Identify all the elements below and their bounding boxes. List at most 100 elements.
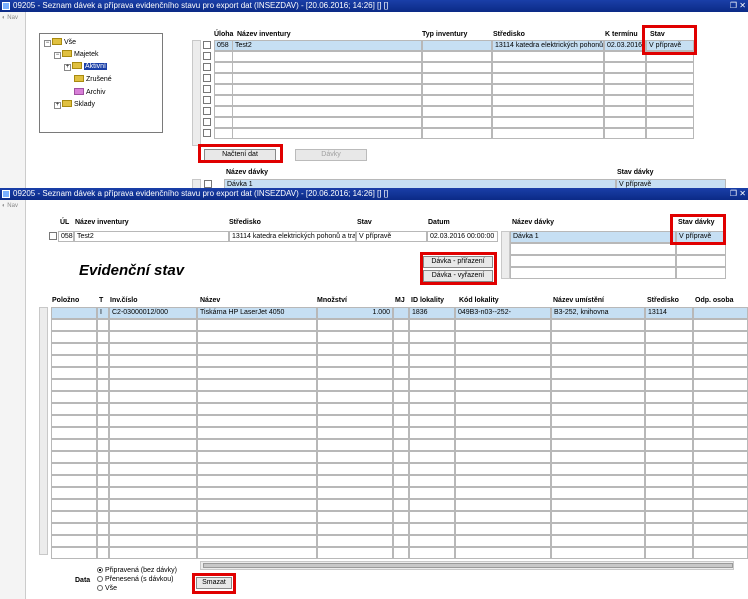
empty-cell[interactable] xyxy=(693,379,748,391)
assign-batch-button[interactable]: Dávka - přiřazení xyxy=(423,256,493,268)
empty-cell[interactable] xyxy=(455,535,551,547)
empty-cell[interactable] xyxy=(317,319,393,331)
stock-cell[interactable]: B3-252, knihovna xyxy=(551,307,645,319)
empty-cell[interactable] xyxy=(645,367,693,379)
empty-cell[interactable] xyxy=(455,487,551,499)
tree-item-zrusene[interactable]: Zrušené xyxy=(74,75,112,85)
empty-cell[interactable] xyxy=(551,319,645,331)
batches-button[interactable]: Dávky xyxy=(295,149,367,161)
stock-cell[interactable]: 1.000 xyxy=(317,307,393,319)
empty-cell[interactable] xyxy=(645,403,693,415)
empty-cell[interactable] xyxy=(109,391,197,403)
empty-cell[interactable] xyxy=(51,451,97,463)
empty-cell[interactable] xyxy=(455,343,551,355)
empty-cell[interactable] xyxy=(393,547,409,559)
empty-cell[interactable] xyxy=(645,319,693,331)
empty-cell[interactable] xyxy=(51,511,97,523)
empty-cell[interactable] xyxy=(676,267,726,279)
empty-cell[interactable] xyxy=(232,106,422,117)
empty-cell[interactable] xyxy=(409,331,455,343)
empty-cell[interactable] xyxy=(455,475,551,487)
inventory-cell[interactable]: V přípravě xyxy=(646,40,694,51)
empty-cell[interactable] xyxy=(645,379,693,391)
stock-horizontal-scrollbar[interactable] xyxy=(200,561,734,570)
empty-cell[interactable] xyxy=(97,511,109,523)
empty-cell[interactable] xyxy=(492,95,604,106)
expand-toggle-icon[interactable]: + xyxy=(54,102,61,109)
empty-cell[interactable] xyxy=(197,391,317,403)
empty-cell[interactable] xyxy=(551,427,645,439)
empty-cell[interactable] xyxy=(409,403,455,415)
empty-cell[interactable] xyxy=(393,343,409,355)
row-checkbox[interactable] xyxy=(203,74,211,82)
batch-scrollbar[interactable] xyxy=(192,179,201,188)
empty-cell[interactable] xyxy=(317,403,393,415)
empty-cell[interactable] xyxy=(492,62,604,73)
empty-cell[interactable] xyxy=(409,343,455,355)
empty-cell[interactable] xyxy=(393,355,409,367)
inventory-scrollbar[interactable] xyxy=(192,40,201,146)
empty-cell[interactable] xyxy=(455,379,551,391)
empty-cell[interactable] xyxy=(409,475,455,487)
empty-cell[interactable] xyxy=(646,73,694,84)
empty-cell[interactable] xyxy=(109,535,197,547)
empty-cell[interactable] xyxy=(197,547,317,559)
empty-cell[interactable] xyxy=(197,319,317,331)
empty-cell[interactable] xyxy=(551,535,645,547)
empty-cell[interactable] xyxy=(551,463,645,475)
empty-cell[interactable] xyxy=(97,355,109,367)
empty-cell[interactable] xyxy=(393,391,409,403)
empty-cell[interactable] xyxy=(317,379,393,391)
empty-cell[interactable] xyxy=(393,427,409,439)
empty-cell[interactable] xyxy=(97,331,109,343)
empty-cell[interactable] xyxy=(409,523,455,535)
empty-cell[interactable] xyxy=(232,128,422,139)
empty-cell[interactable] xyxy=(51,439,97,451)
empty-cell[interactable] xyxy=(51,379,97,391)
empty-cell[interactable] xyxy=(646,128,694,139)
empty-cell[interactable] xyxy=(510,243,676,255)
empty-cell[interactable] xyxy=(214,117,233,128)
empty-cell[interactable] xyxy=(197,523,317,535)
empty-cell[interactable] xyxy=(51,523,97,535)
empty-cell[interactable] xyxy=(197,535,317,547)
empty-cell[interactable] xyxy=(51,331,97,343)
empty-cell[interactable] xyxy=(693,535,748,547)
row-checkbox[interactable] xyxy=(203,85,211,93)
empty-cell[interactable] xyxy=(393,379,409,391)
empty-cell[interactable] xyxy=(109,511,197,523)
empty-cell[interactable] xyxy=(214,51,233,62)
window1-titlebar[interactable]: 09205 - Seznam dávek a příprava evidenčn… xyxy=(0,0,748,12)
empty-cell[interactable] xyxy=(393,415,409,427)
inventory-cell[interactable]: 13114 katedra elektrických pohonů xyxy=(492,40,604,51)
stock-cell[interactable]: Tiskárna HP LaserJet 4050 xyxy=(197,307,317,319)
empty-cell[interactable] xyxy=(645,463,693,475)
empty-cell[interactable] xyxy=(409,355,455,367)
empty-cell[interactable] xyxy=(492,84,604,95)
empty-cell[interactable] xyxy=(604,51,646,62)
empty-cell[interactable] xyxy=(97,439,109,451)
row-checkbox[interactable] xyxy=(203,107,211,115)
tree-item-archiv[interactable]: Archiv xyxy=(74,88,105,98)
empty-cell[interactable] xyxy=(393,487,409,499)
empty-cell[interactable] xyxy=(455,355,551,367)
empty-cell[interactable] xyxy=(109,403,197,415)
empty-cell[interactable] xyxy=(393,319,409,331)
empty-cell[interactable] xyxy=(197,439,317,451)
empty-cell[interactable] xyxy=(97,391,109,403)
empty-cell[interactable] xyxy=(214,128,233,139)
empty-cell[interactable] xyxy=(197,343,317,355)
empty-cell[interactable] xyxy=(455,391,551,403)
empty-cell[interactable] xyxy=(214,106,233,117)
empty-cell[interactable] xyxy=(109,367,197,379)
empty-cell[interactable] xyxy=(693,475,748,487)
empty-cell[interactable] xyxy=(197,463,317,475)
empty-cell[interactable] xyxy=(693,403,748,415)
empty-cell[interactable] xyxy=(646,106,694,117)
empty-cell[interactable] xyxy=(455,427,551,439)
empty-cell[interactable] xyxy=(97,463,109,475)
empty-cell[interactable] xyxy=(197,427,317,439)
empty-cell[interactable] xyxy=(646,84,694,95)
empty-cell[interactable] xyxy=(551,475,645,487)
empty-cell[interactable] xyxy=(317,451,393,463)
